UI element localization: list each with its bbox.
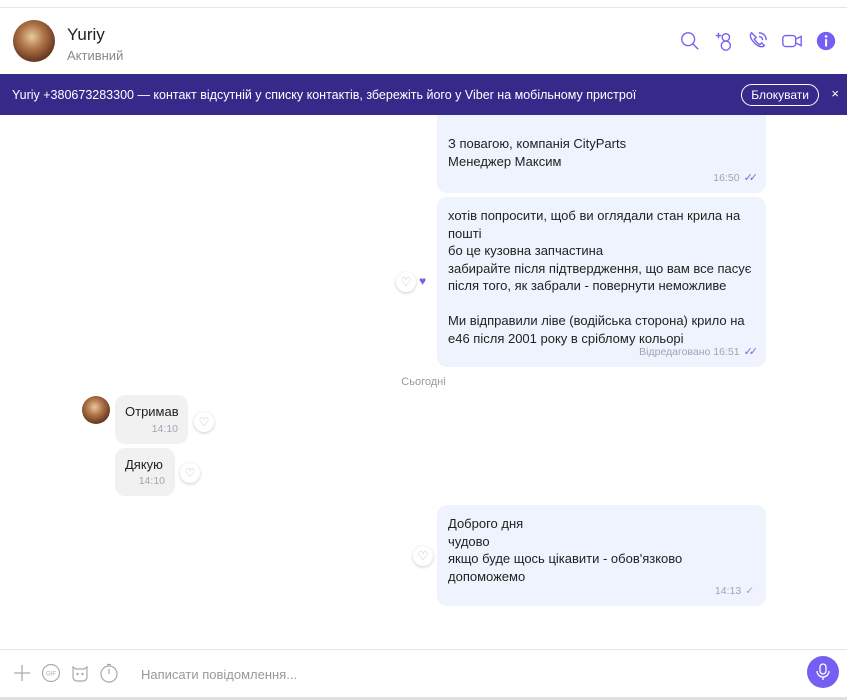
message-time: 16:50 — [713, 171, 740, 184]
message-time: 14:10 — [138, 474, 165, 487]
message-bubble[interactable]: Дякую 14:10 — [115, 448, 175, 496]
add-participant-icon[interactable] — [713, 30, 735, 52]
message-list: З повагою, компанія CityParts Менеджер М… — [0, 115, 847, 649]
contact-name[interactable]: Yuriy — [67, 25, 105, 45]
message-text: З повагою, компанія CityParts Менеджер М… — [448, 136, 627, 169]
like-icon[interactable]: ♡ — [180, 463, 200, 483]
like-icon[interactable]: ♡ — [194, 412, 214, 432]
contact-status: Активний — [67, 48, 124, 63]
message-bubble[interactable]: Доброго дня чудово якщо буде щось цікави… — [437, 505, 766, 606]
message-time: 14:10 — [151, 422, 178, 435]
close-icon[interactable]: × — [831, 86, 839, 101]
banner-text: Yuriy +380673283300 — контакт відсутній … — [12, 87, 637, 102]
gif-icon[interactable]: GIF — [41, 663, 61, 683]
read-ticks-icon: ✓✓ — [743, 345, 759, 358]
unknown-contact-banner: Yuriy +380673283300 — контакт відсутній … — [0, 74, 847, 115]
plus-icon[interactable] — [12, 663, 32, 683]
date-divider: Сьогодні — [401, 376, 446, 388]
message-bubble[interactable]: хотів попросити, щоб ви оглядали стан кр… — [437, 197, 766, 367]
message-text: хотів попросити, щоб ви оглядали стан кр… — [448, 208, 752, 346]
message-text: Отримав — [125, 404, 179, 419]
sticker-icon[interactable] — [70, 663, 90, 683]
voice-message-button[interactable] — [807, 656, 839, 688]
video-call-icon[interactable] — [781, 30, 803, 52]
read-ticks-icon: ✓✓ — [743, 171, 759, 184]
like-icon[interactable]: ♡ — [413, 546, 433, 566]
search-icon[interactable] — [679, 30, 701, 52]
like-icon[interactable]: ♡ — [396, 272, 416, 292]
svg-text:GIF: GIF — [46, 672, 56, 678]
avatar[interactable] — [13, 20, 55, 62]
message-bubble[interactable]: З повагою, компанія CityParts Менеджер М… — [437, 115, 766, 193]
message-text: Дякую — [125, 457, 163, 472]
message-time: Відредаговано 16:51 — [639, 345, 740, 358]
chat-header: Yuriy Активний — [0, 8, 847, 74]
info-icon[interactable] — [815, 30, 837, 52]
message-input[interactable]: Написати повідомлення... — [141, 667, 297, 682]
block-button[interactable]: Блокувати — [741, 84, 819, 106]
message-bubble[interactable]: Отримав 14:10 — [115, 395, 188, 444]
message-text: Доброго дня чудово якщо буде щось цікави… — [448, 516, 683, 584]
avatar[interactable] — [82, 396, 110, 424]
phone-icon[interactable] — [747, 30, 769, 52]
message-time: 14:13 — [714, 584, 742, 597]
composer: GIF Написати повідомлення... — [0, 649, 847, 697]
microphone-icon — [816, 663, 830, 680]
sent-tick-icon: ✓ — [745, 584, 754, 597]
liked-heart-icon: ♥ — [419, 274, 427, 288]
timer-icon[interactable] — [99, 663, 119, 683]
